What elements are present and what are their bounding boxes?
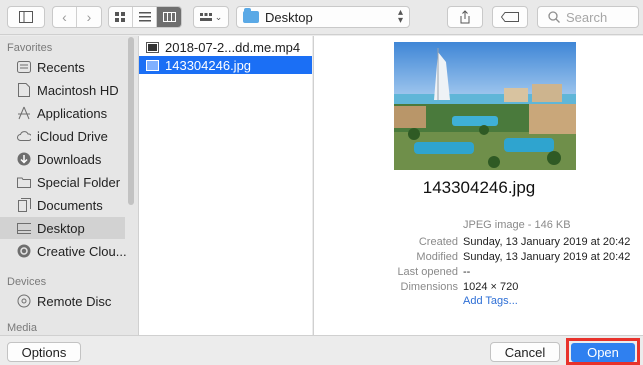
sidebar-item-macintosh-hd[interactable]: Macintosh HD — [0, 79, 125, 101]
list-view-button[interactable] — [133, 7, 157, 27]
meta-value: Sunday, 13 January 2019 at 20:42 — [463, 251, 631, 263]
chevron-right-icon: › — [86, 9, 92, 25]
share-button[interactable] — [447, 6, 483, 28]
group-by-icon — [199, 12, 212, 21]
sidebar-item-label: iCloud Drive — [37, 128, 108, 144]
disc-icon — [17, 294, 31, 308]
search-input[interactable] — [566, 9, 636, 25]
preview-thumbnail — [394, 42, 576, 170]
meta-label: Last opened — [397, 266, 458, 278]
sidebar-item-downloads[interactable]: Downloads — [0, 148, 125, 170]
sidebar-icon — [19, 11, 33, 23]
icon-view-button[interactable] — [109, 7, 133, 27]
devices-heading: Devices — [7, 276, 47, 288]
downloads-icon — [17, 152, 31, 166]
preview-file-name: 143304246.jpg — [422, 178, 536, 197]
location-popup[interactable]: Desktop ▴ ▾ — [236, 6, 410, 28]
folder-icon — [243, 8, 259, 23]
icon-view-icon — [115, 11, 125, 22]
column-view-button[interactable] — [157, 7, 181, 27]
sidebar-item-label: Desktop — [37, 220, 85, 236]
meta-value: -- — [463, 266, 471, 278]
folder-icon — [17, 175, 31, 189]
options-button[interactable]: Options — [7, 342, 81, 362]
sidebar-item-label: Downloads — [37, 151, 102, 167]
sidebar-item-label: Applications — [37, 105, 108, 121]
open-button[interactable]: Open — [571, 343, 635, 362]
sidebar-item-special-folder[interactable]: Special Folder — [0, 171, 125, 193]
documents-icon — [17, 198, 31, 212]
add-tags-link[interactable]: Add Tags... — [463, 295, 518, 307]
sidebar-item-remote-disc[interactable]: Remote Disc — [0, 290, 125, 312]
chevron-down-icon: ⌄ — [214, 11, 223, 22]
toolbar: ‹ › ⌄ Desktop ▴ ▾ — [0, 0, 643, 35]
sidebar-item-creative-cloud[interactable]: Creative Clou... — [0, 240, 127, 262]
disk-icon — [17, 83, 31, 97]
file-item-video[interactable]: 2018-07-2...dd.me.mp4 — [139, 38, 312, 56]
sidebar-scrollbar[interactable] — [128, 37, 134, 205]
sidebar-item-icloud-drive[interactable]: iCloud Drive — [0, 125, 125, 147]
sidebar-item-label: Documents — [37, 197, 103, 213]
tag-icon — [501, 12, 519, 22]
recents-icon — [17, 60, 31, 74]
meta-value: 1024 × 720 — [463, 281, 519, 293]
meta-created: Created Sunday, 13 January 2019 at 20:42 — [314, 236, 643, 250]
search-field[interactable] — [537, 6, 639, 28]
file-column: 2018-07-2...dd.me.mp4 143304246.jpg || — [138, 36, 319, 335]
forward-button[interactable]: › — [77, 7, 101, 27]
creative-cloud-icon — [17, 244, 31, 258]
list-view-icon — [138, 12, 151, 22]
group-by-button[interactable]: ⌄ — [193, 6, 229, 28]
sidebar-item-recents[interactable]: Recents — [0, 56, 125, 78]
tags-button[interactable] — [492, 6, 528, 28]
preview-pane: 143304246.jpg JPEG image - 146 KB Create… — [313, 36, 643, 335]
sidebar-item-documents[interactable]: Documents — [0, 194, 125, 216]
chevron-left-icon: ‹ — [62, 9, 67, 25]
meta-value: Sunday, 13 January 2019 at 20:42 — [463, 236, 631, 248]
sidebar-item-desktop[interactable]: Desktop — [0, 217, 125, 239]
sidebar-toggle-button[interactable] — [7, 6, 45, 28]
cloud-icon — [17, 129, 31, 143]
meta-label: Created — [418, 236, 458, 248]
video-file-icon — [146, 41, 159, 53]
location-label: Desktop — [265, 9, 313, 25]
sidebar: Favorites Recents Macintosh HD Applicati… — [0, 36, 138, 335]
updown-chevron-icon: ▴ ▾ — [397, 7, 403, 26]
sidebar-item-label: Creative Clou... — [37, 243, 127, 259]
meta-label: Dimensions — [400, 281, 458, 293]
bottom-bar: Options Cancel Open — [0, 335, 643, 365]
view-mode-selector — [108, 6, 182, 28]
media-heading: Media — [7, 322, 37, 334]
open-button-highlight: Open — [566, 338, 640, 365]
search-icon — [548, 11, 560, 23]
cancel-button[interactable]: Cancel — [490, 342, 560, 362]
applications-icon — [17, 106, 31, 120]
sidebar-item-label: Special Folder — [37, 174, 121, 190]
sidebar-item-label: Remote Disc — [37, 293, 112, 309]
desktop-icon — [17, 221, 31, 235]
preview-kind: JPEG image - 146 KB — [463, 219, 571, 231]
image-file-icon — [146, 59, 159, 71]
share-icon — [460, 10, 470, 24]
file-name: 2018-07-2...dd.me.mp4 — [165, 39, 301, 55]
favorites-heading: Favorites — [7, 42, 53, 54]
history-navigation: ‹ › — [52, 6, 102, 28]
sidebar-item-applications[interactable]: Applications — [0, 102, 125, 124]
meta-last-opened: Last opened -- — [314, 266, 643, 280]
meta-dimensions: Dimensions 1024 × 720 — [314, 281, 643, 295]
file-item-image[interactable]: 143304246.jpg — [139, 56, 312, 74]
sidebar-item-label: Recents — [37, 59, 85, 75]
back-button[interactable]: ‹ — [53, 7, 77, 27]
file-name: 143304246.jpg — [165, 57, 252, 73]
meta-label: Modified — [416, 251, 458, 263]
meta-modified: Modified Sunday, 13 January 2019 at 20:4… — [314, 251, 643, 265]
column-view-icon — [162, 12, 176, 22]
sidebar-item-label: Macintosh HD — [37, 82, 119, 98]
